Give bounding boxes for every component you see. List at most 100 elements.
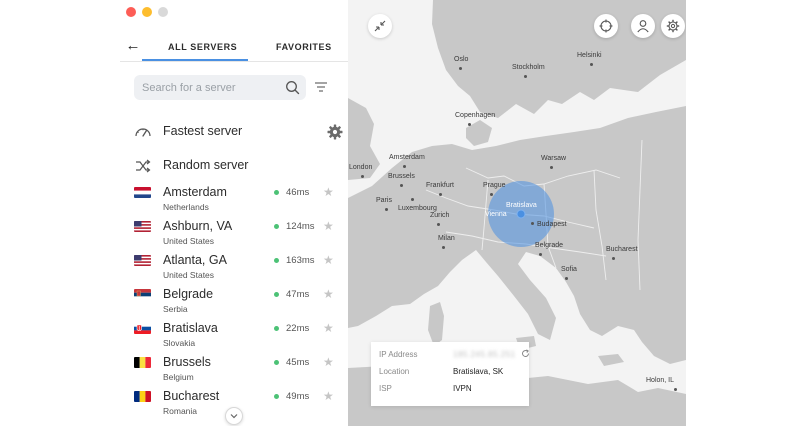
gear-icon[interactable] bbox=[326, 123, 344, 141]
latency-status-dot bbox=[274, 326, 279, 331]
active-tab-indicator bbox=[142, 59, 248, 61]
account-button[interactable] bbox=[631, 14, 655, 38]
locate-button[interactable] bbox=[594, 14, 618, 38]
map-city-label: Vienna bbox=[485, 211, 507, 218]
random-server-row[interactable]: Random server bbox=[134, 155, 334, 177]
map-city-label: Amsterdam bbox=[389, 154, 425, 161]
fastest-server-row[interactable]: Fastest server bbox=[134, 121, 343, 143]
isp-value: IVPN bbox=[453, 384, 472, 393]
map-city-label: Milan bbox=[438, 235, 455, 242]
server-city: Atlanta, GA bbox=[163, 253, 227, 267]
server-map[interactable]: Oslo Stockholm Helsinki Copenhagen Amste… bbox=[348, 0, 686, 426]
map-city-dot bbox=[361, 175, 364, 178]
crosshair-icon bbox=[599, 19, 613, 33]
search-icon[interactable] bbox=[285, 80, 300, 95]
favorite-star-icon[interactable]: ★ bbox=[323, 253, 334, 267]
app-window: ← ALL SERVERS FAVORITES Fastest s bbox=[120, 0, 686, 426]
map-city-dot bbox=[490, 193, 493, 196]
favorite-star-icon[interactable]: ★ bbox=[323, 355, 334, 369]
favorite-star-icon[interactable]: ★ bbox=[323, 389, 334, 403]
map-city-label: Warsaw bbox=[541, 155, 567, 162]
server-item[interactable]: Amsterdam Netherlands 46ms ★ bbox=[134, 184, 340, 218]
map-city-label: Oslo bbox=[454, 56, 469, 63]
map-city-dot bbox=[531, 222, 534, 225]
server-tabs: ← ALL SERVERS FAVORITES bbox=[120, 32, 348, 62]
collapse-arrows-icon bbox=[374, 20, 386, 32]
latency-status-dot bbox=[274, 360, 279, 365]
server-city: Belgrade bbox=[163, 287, 214, 301]
server-item[interactable]: Atlanta, GA United States 163ms ★ bbox=[134, 252, 340, 286]
map-city-label: Sofia bbox=[561, 266, 577, 273]
server-city: Amsterdam bbox=[163, 185, 227, 199]
map-city-label: Brussels bbox=[388, 173, 415, 180]
scroll-down-button[interactable] bbox=[225, 407, 243, 425]
connection-info-card: IP Address 185.245.85.251 Location Brati… bbox=[371, 342, 530, 406]
tab-all-servers[interactable]: ALL SERVERS bbox=[168, 42, 237, 52]
settings-button[interactable] bbox=[661, 14, 685, 38]
server-city: Bucharest bbox=[163, 389, 220, 403]
latency-status-dot bbox=[274, 394, 279, 399]
window-controls bbox=[126, 7, 168, 17]
ip-address-value: 185.245.85.251 bbox=[453, 350, 516, 359]
usa-flag-icon bbox=[134, 255, 151, 266]
serbia-flag-icon bbox=[134, 289, 151, 300]
map-city-dot bbox=[385, 208, 388, 211]
location-value: Bratislava, SK bbox=[453, 367, 504, 376]
server-item[interactable]: Ashburn, VA United States 124ms ★ bbox=[134, 218, 340, 252]
shuffle-icon bbox=[136, 159, 151, 173]
server-city: Bratislava bbox=[163, 321, 218, 335]
isp-row: ISP IVPN bbox=[379, 384, 527, 396]
server-ping: 49ms bbox=[286, 391, 310, 402]
favorite-star-icon[interactable]: ★ bbox=[323, 185, 334, 199]
server-ping: 47ms bbox=[286, 289, 310, 300]
map-city-dot bbox=[468, 123, 471, 126]
chevron-down-icon bbox=[230, 414, 238, 419]
isp-label: ISP bbox=[379, 384, 392, 393]
map-city-label: Belgrade bbox=[535, 242, 564, 249]
location-row: Location Bratislava, SK bbox=[379, 367, 527, 379]
server-item[interactable]: Belgrade Serbia 47ms ★ bbox=[134, 286, 340, 320]
romania-flag-icon bbox=[134, 391, 151, 402]
map-city-dot bbox=[590, 63, 593, 66]
refresh-icon[interactable] bbox=[521, 349, 530, 358]
location-label: Location bbox=[379, 367, 410, 376]
favorite-star-icon[interactable]: ★ bbox=[323, 321, 334, 335]
server-item[interactable]: Brussels Belgium 45ms ★ bbox=[134, 354, 340, 388]
server-city: Brussels bbox=[163, 355, 211, 369]
favorite-star-icon[interactable]: ★ bbox=[323, 219, 334, 233]
map-city-label: London bbox=[349, 164, 373, 171]
minimize-map-button[interactable] bbox=[368, 14, 392, 38]
latency-status-dot bbox=[274, 258, 279, 263]
random-server-label: Random server bbox=[163, 158, 249, 172]
gear-icon bbox=[666, 19, 680, 33]
sort-filter-icon[interactable] bbox=[314, 81, 328, 93]
map-city-dot bbox=[539, 253, 542, 256]
zoom-window-button[interactable] bbox=[158, 7, 168, 17]
map-city-label-selected: Bratislava bbox=[506, 202, 537, 209]
server-item[interactable]: Bratislava Slovakia 22ms ★ bbox=[134, 320, 340, 354]
map-city-dot bbox=[442, 246, 445, 249]
map-city-dot bbox=[439, 193, 442, 196]
map-city-dot bbox=[524, 75, 527, 78]
map-city-dot bbox=[550, 166, 553, 169]
map-city-label: Holon, IL bbox=[646, 377, 675, 384]
favorite-star-icon[interactable]: ★ bbox=[323, 287, 334, 301]
minimize-window-button[interactable] bbox=[142, 7, 152, 17]
map-city-label: Bucharest bbox=[606, 246, 638, 253]
back-arrow-icon[interactable]: ← bbox=[125, 38, 141, 54]
map-city-label: Helsinki bbox=[577, 52, 602, 59]
tab-favorites[interactable]: FAVORITES bbox=[276, 42, 332, 52]
map-city-label: Budapest bbox=[537, 221, 567, 228]
user-icon bbox=[637, 20, 649, 33]
close-window-button[interactable] bbox=[126, 7, 136, 17]
map-city-dot bbox=[437, 223, 440, 226]
map-city-label: Copenhagen bbox=[455, 112, 496, 119]
search-input[interactable] bbox=[142, 80, 282, 95]
map-city-dot bbox=[565, 277, 568, 280]
map-city-dot bbox=[400, 184, 403, 187]
server-ping: 163ms bbox=[286, 255, 315, 266]
latency-status-dot bbox=[274, 292, 279, 297]
map-city-label: Stockholm bbox=[512, 64, 545, 71]
latency-status-dot bbox=[274, 190, 279, 195]
ip-address-row: IP Address 185.245.85.251 bbox=[379, 349, 530, 362]
